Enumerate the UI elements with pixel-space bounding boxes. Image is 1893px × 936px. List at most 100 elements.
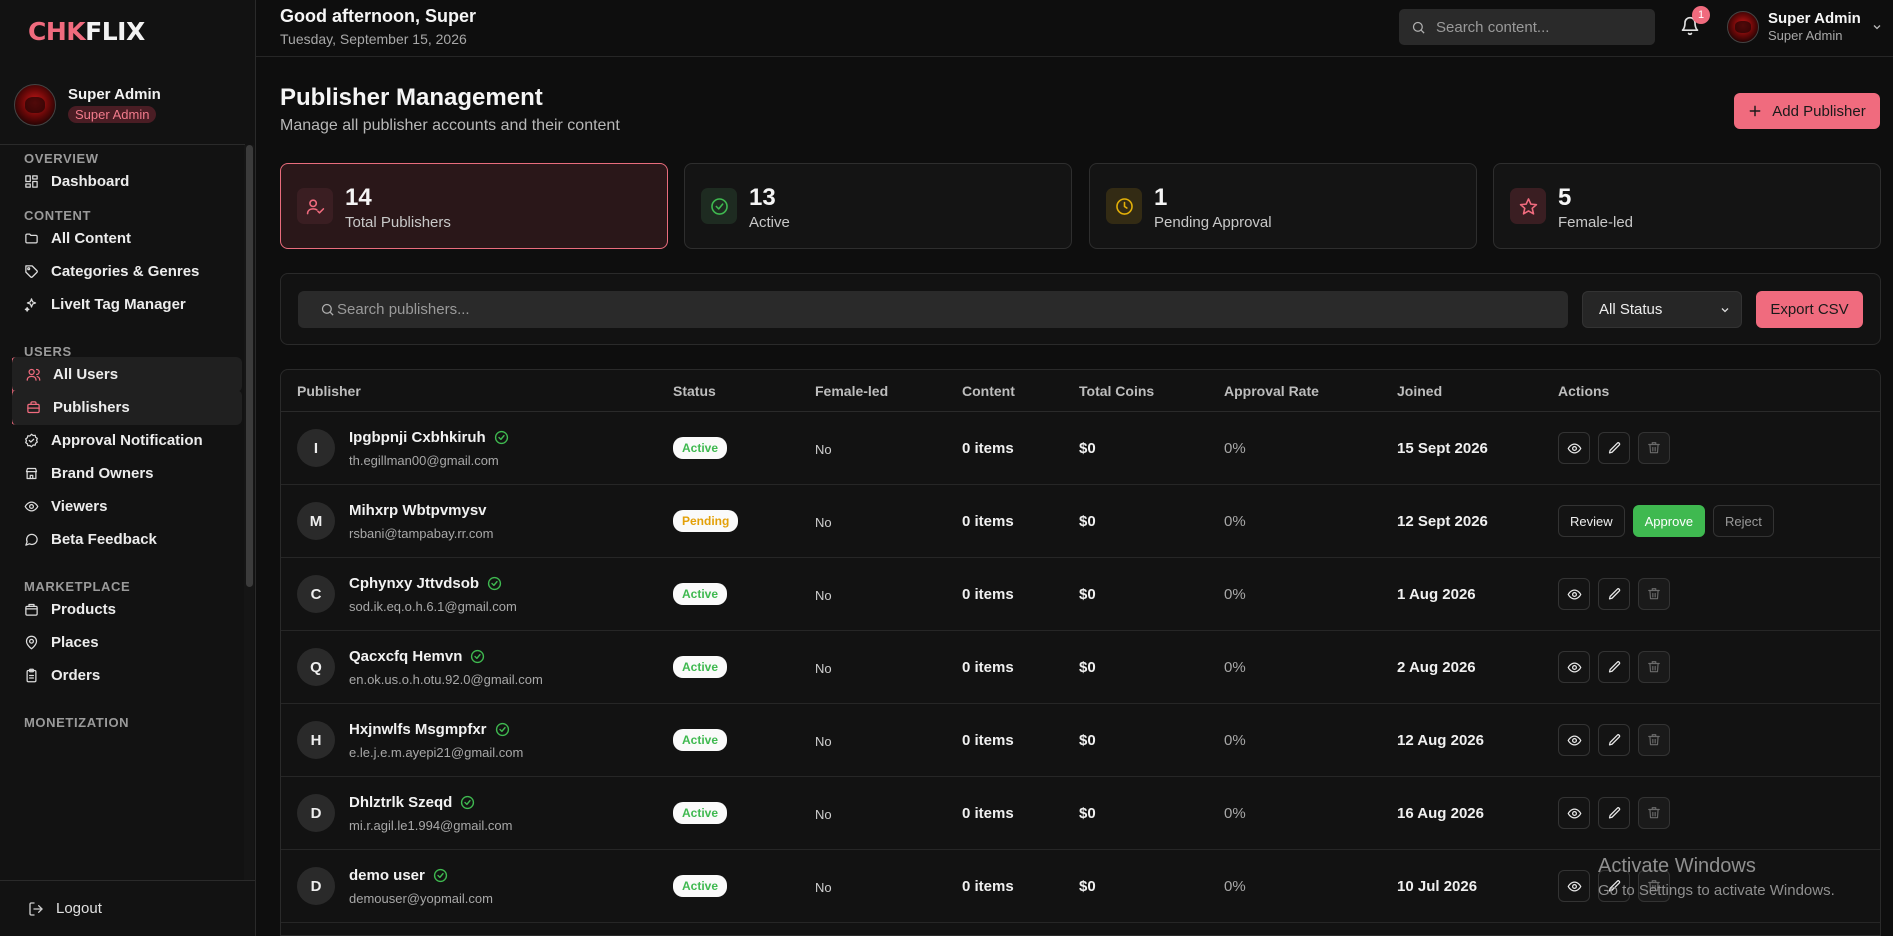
delete-button[interactable]	[1638, 651, 1670, 683]
logout-button[interactable]: Logout	[0, 880, 255, 936]
publisher-name-text: Dhlztrlk Szeqd	[349, 794, 453, 811]
review-button[interactable]: Review	[1558, 505, 1625, 537]
clock-icon	[1115, 197, 1133, 215]
row-actions	[1558, 797, 1678, 829]
watermark-title: Activate Windows	[1598, 855, 1756, 877]
avatar	[1727, 10, 1759, 43]
stat-card-active: 13 Active	[684, 163, 1072, 249]
column-header-content[interactable]: Content	[962, 383, 1015, 399]
map-pin-icon	[25, 635, 38, 650]
delete-button[interactable]	[1638, 432, 1670, 464]
column-header-actions[interactable]: Actions	[1558, 383, 1609, 399]
total-coins: $0	[1079, 659, 1096, 676]
watermark-subtitle: Go to Settings to activate Windows.	[1598, 882, 1835, 899]
status-filter-select[interactable]: All Status	[1582, 291, 1742, 328]
sidebar-item-places[interactable]: Places	[12, 625, 242, 660]
edit-button[interactable]	[1598, 651, 1630, 683]
sidebar-item-viewers[interactable]: Viewers	[12, 489, 242, 524]
edit-button[interactable]	[1598, 578, 1630, 610]
sidebar-item-products[interactable]: Products	[12, 592, 242, 627]
sidebar-item-publishers[interactable]: Publishers	[12, 390, 242, 425]
view-button[interactable]	[1558, 870, 1590, 902]
status-badge: Active	[673, 729, 728, 751]
export-csv-button[interactable]: Export CSV	[1756, 291, 1863, 328]
sidebar-item-all-content[interactable]: All Content	[12, 221, 242, 256]
table-row[interactable]: I Ipgbpnji Cxbhkiruh th.egillman00@gmail…	[281, 412, 1880, 485]
joined-date: 10 Jul 2026	[1397, 878, 1478, 895]
edit-button[interactable]	[1598, 724, 1630, 756]
stat-card-total-publishers: 14 Total Publishers	[280, 163, 668, 249]
publisher-name: Hxjnwlfs Msgmpfxr	[349, 721, 510, 738]
greeting-block: Good afternoon, Super Tuesday, September…	[280, 6, 476, 47]
pencil-icon	[1608, 587, 1620, 599]
publisher-email: e.le.j.e.m.ayepi21@gmail.com	[349, 745, 524, 760]
sidebar-item-label: Orders	[51, 667, 101, 684]
logout-icon	[29, 901, 43, 916]
sidebar-item-approval-notification[interactable]: Approval Notification	[12, 423, 242, 458]
column-header-approval-rate[interactable]: Approval Rate	[1224, 383, 1319, 399]
content-count: 0 items	[962, 805, 1014, 822]
pencil-icon	[1608, 441, 1620, 453]
total-coins: $0	[1079, 586, 1096, 603]
clipboard-icon	[26, 668, 37, 683]
view-button[interactable]	[1558, 651, 1590, 683]
publisher-name: Qacxcfq Hemvn	[349, 648, 485, 665]
users-icon	[26, 368, 41, 381]
trash-icon	[1648, 588, 1660, 600]
content-count: 0 items	[962, 878, 1014, 895]
sidebar-item-all-users[interactable]: All Users	[12, 357, 242, 392]
activate-windows-watermark: Activate Windows Go to Settings to activ…	[1598, 855, 1835, 899]
column-header-publisher[interactable]: Publisher	[297, 383, 361, 399]
column-header-total-coins[interactable]: Total Coins	[1079, 383, 1154, 399]
add-publisher-button[interactable]: Add Publisher	[1734, 93, 1880, 129]
sidebar-item-orders[interactable]: Orders	[12, 658, 242, 693]
view-button[interactable]	[1558, 432, 1590, 464]
total-coins: $0	[1079, 805, 1096, 822]
sidebar-scrollbar-thumb[interactable]	[246, 145, 253, 587]
view-button[interactable]	[1558, 578, 1590, 610]
edit-button[interactable]	[1598, 797, 1630, 829]
verified-icon	[433, 868, 447, 883]
publisher-email: rsbani@tampabay.rr.com	[349, 526, 494, 541]
view-button[interactable]	[1558, 724, 1590, 756]
user-menu[interactable]: Super Admin Super Admin	[1727, 10, 1883, 43]
sidebar-item-liveit-tag-manager[interactable]: LiveIt Tag Manager	[12, 287, 242, 322]
chevron-down-icon	[1873, 24, 1881, 29]
approve-button[interactable]: Approve	[1632, 505, 1706, 537]
topbar-user-role: Super Admin	[1768, 28, 1843, 43]
delete-button[interactable]	[1638, 724, 1670, 756]
column-header-joined[interactable]: Joined	[1397, 383, 1442, 399]
row-actions: Review Approve Reject	[1558, 505, 1782, 537]
publisher-email: mi.r.agil.le1.994@gmail.com	[349, 818, 513, 833]
publisher-name: demo user	[349, 867, 448, 884]
sidebar-item-categories-and-genres[interactable]: Categories & Genres	[12, 254, 242, 289]
content-count: 0 items	[962, 440, 1014, 457]
table-row[interactable]: D Dhlztrlk Szeqd mi.r.agil.le1.994@gmail…	[281, 777, 1880, 850]
delete-button[interactable]	[1638, 797, 1670, 829]
sidebar-profile: Super Admin Super Admin	[14, 84, 161, 126]
stat-label: Pending Approval	[1154, 214, 1272, 231]
trash-icon	[1648, 734, 1660, 746]
app-logo[interactable]: CHKFLIX	[28, 17, 145, 46]
row-actions	[1558, 651, 1678, 683]
global-search-input[interactable]: Search content...	[1399, 9, 1655, 45]
table-row[interactable]: M Mihxrp Wbtpvmysv rsbani@tampabay.rr.co…	[281, 485, 1880, 558]
publisher-name-text: Hxjnwlfs Msgmpfxr	[349, 721, 487, 738]
table-row[interactable]: H Hxjnwlfs Msgmpfxr e.le.j.e.m.ayepi21@g…	[281, 704, 1880, 777]
joined-date: 1 Aug 2026	[1397, 586, 1476, 603]
view-button[interactable]	[1558, 797, 1590, 829]
column-header-status[interactable]: Status	[673, 383, 716, 399]
column-header-female-led[interactable]: Female-led	[815, 383, 888, 399]
edit-button[interactable]	[1598, 432, 1630, 464]
add-publisher-label: Add Publisher	[1772, 102, 1866, 120]
sidebar-item-dashboard[interactable]: Dashboard	[12, 164, 242, 199]
reject-button[interactable]: Reject	[1713, 505, 1774, 537]
delete-button[interactable]	[1638, 578, 1670, 610]
table-row[interactable]: Q Qacxcfq Hemvn en.ok.us.o.h.otu.92.0@gm…	[281, 631, 1880, 704]
stat-icon-box	[297, 188, 333, 224]
publisher-search-input[interactable]: Search publishers...	[298, 291, 1568, 328]
sidebar-item-label: Beta Feedback	[51, 531, 157, 548]
sidebar-item-beta-feedback[interactable]: Beta Feedback	[12, 522, 242, 557]
table-row[interactable]: C Cphynxy Jttvdsob sod.ik.eq.o.h.6.1@gma…	[281, 558, 1880, 631]
sidebar-item-brand-owners[interactable]: Brand Owners	[12, 456, 242, 491]
